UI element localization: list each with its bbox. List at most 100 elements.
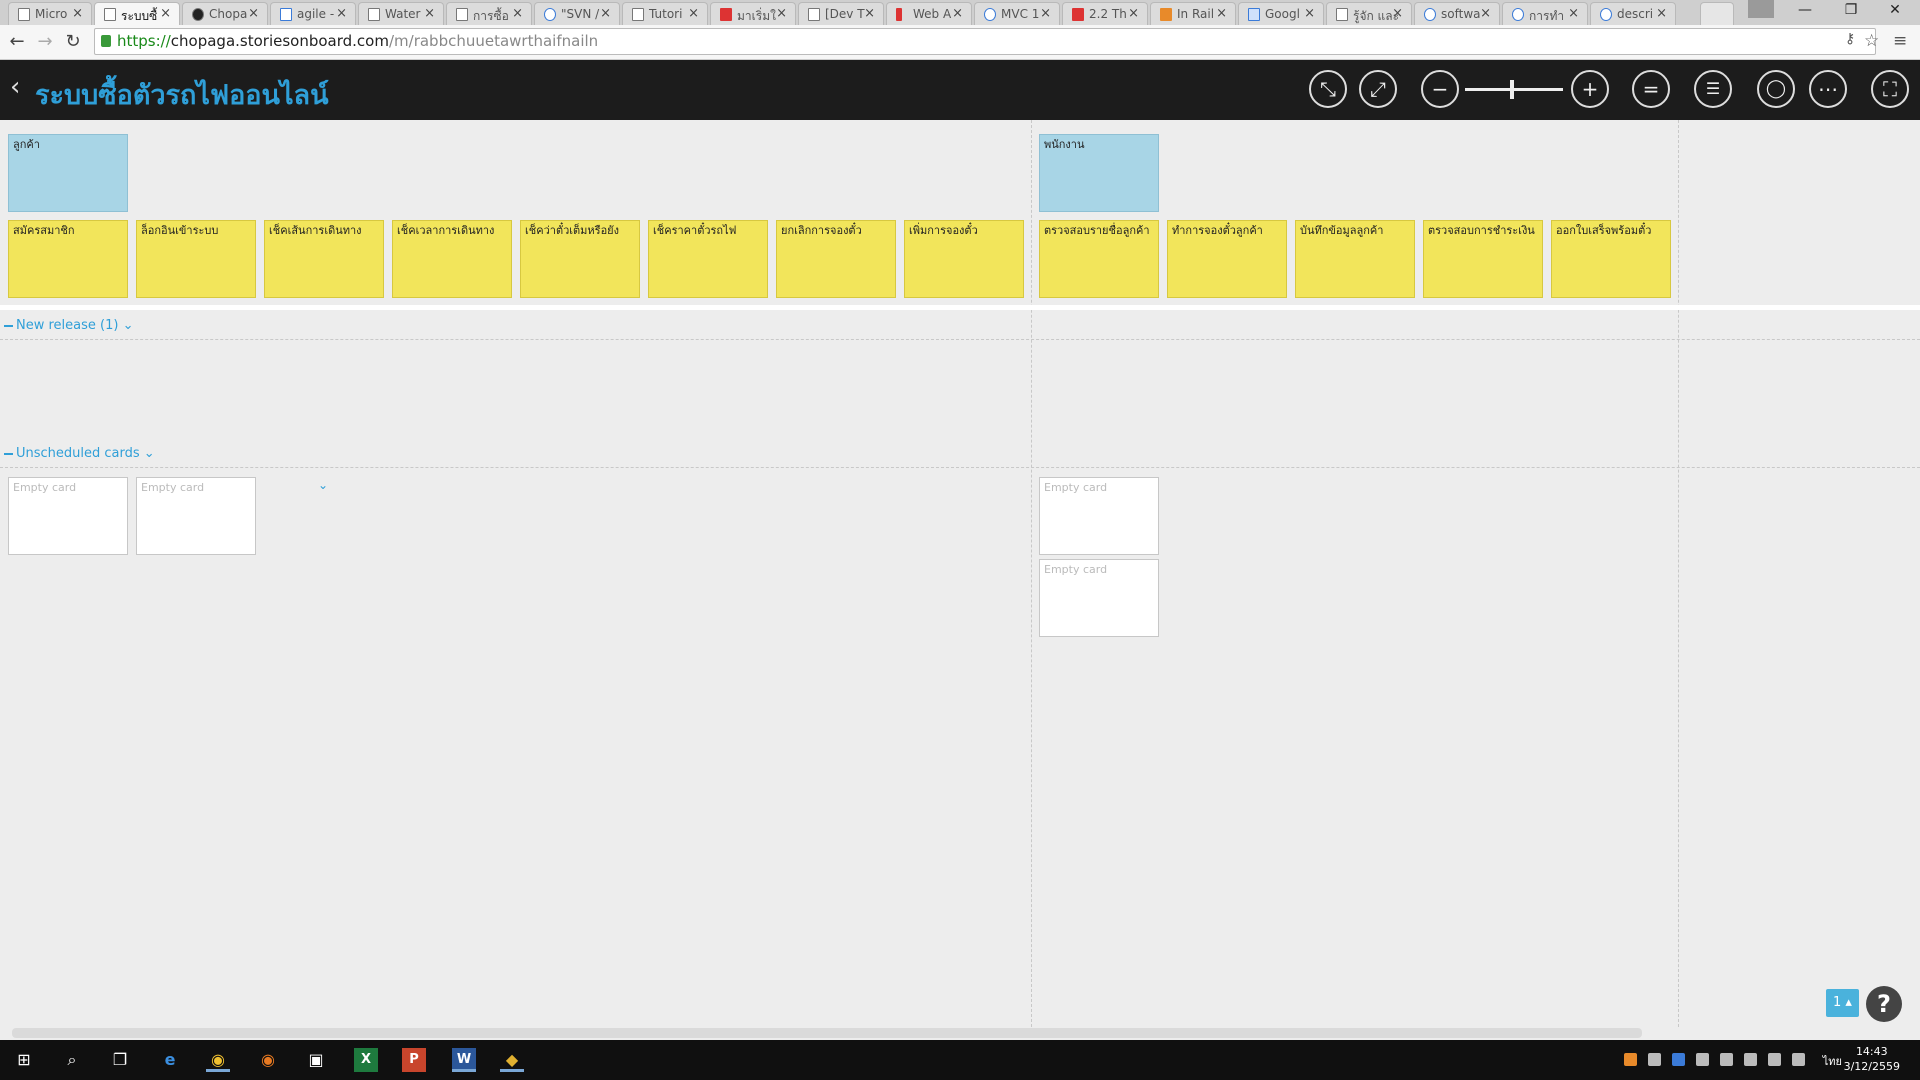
close-tab-icon[interactable]: × [864,6,875,21]
online-users-badge[interactable]: 1 ▴ [1826,989,1859,1017]
close-tab-icon[interactable]: × [1304,6,1315,21]
help-button[interactable]: ? [1866,986,1902,1022]
close-tab-icon[interactable]: × [1656,6,1667,21]
close-tab-icon[interactable]: × [1568,6,1579,21]
empty-card[interactable]: Empty card [8,477,128,555]
back-chevron-icon[interactable]: ‹ [10,72,20,102]
horizontal-scrollbar[interactable] [12,1028,1642,1038]
browser-tab-active[interactable]: ระบบซื้ × [94,2,180,25]
language-indicator[interactable]: ไทย [1823,1052,1842,1070]
browser-tab[interactable]: Web A × [886,2,972,25]
close-tab-icon[interactable]: × [512,6,523,21]
browser-tab[interactable]: มาเริ่มใ × [710,2,796,25]
persona-card[interactable]: ลูกค้า [8,134,128,212]
activity-card[interactable]: ออกใบเสร็จพร้อมตั๋ว [1551,220,1671,298]
close-tab-icon[interactable]: × [160,6,171,21]
close-tab-icon[interactable]: × [72,6,83,21]
unscheduled-header[interactable]: Unscheduled cards ⌄ [4,446,155,461]
activity-card[interactable]: เช็คราคาตั๋วรถไฟ [648,220,768,298]
chrome-icon[interactable]: ◉ [206,1048,230,1072]
tray-icon[interactable] [1696,1053,1709,1066]
persona-card[interactable]: พนักงาน [1039,134,1159,212]
browser-tab[interactable]: การซื้อ × [446,2,532,25]
chevron-down-icon[interactable]: ⌄ [144,446,155,461]
browser-tab[interactable]: รู้จัก และ × [1326,2,1412,25]
browser-tab[interactable]: 2.2 Th × [1062,2,1148,25]
close-tab-icon[interactable]: × [952,6,963,21]
activity-card[interactable]: ล็อกอินเข้าระบบ [136,220,256,298]
equals-icon[interactable]: = [1632,70,1670,108]
app-icon[interactable]: ◆ [500,1048,524,1072]
close-tab-icon[interactable]: × [1216,6,1227,21]
back-arrow-icon[interactable]: ← [6,31,28,52]
empty-card[interactable]: Empty card [1039,559,1159,637]
onedrive-icon[interactable] [1648,1053,1661,1066]
browser-tab[interactable]: Micro × [8,2,92,25]
chevron-down-icon[interactable]: ⌄ [123,318,134,333]
zoom-slider-knob[interactable] [1510,80,1514,99]
empty-card[interactable]: Empty card [1039,477,1159,555]
browser-tab[interactable]: [Dev T × [798,2,884,25]
clock[interactable]: 14:43 3/12/2559 [1844,1044,1900,1074]
close-tab-icon[interactable]: × [336,6,347,21]
browser-tab[interactable]: Googl × [1238,2,1324,25]
close-tab-icon[interactable]: × [688,6,699,21]
excel-icon[interactable]: X [354,1048,378,1072]
close-tab-icon[interactable]: × [1040,6,1051,21]
empty-card[interactable]: Empty card [136,477,256,555]
browser-tab[interactable]: agile - × [270,2,356,25]
close-tab-icon[interactable]: × [776,6,787,21]
url-input[interactable]: https://chopaga.storiesonboard.com/m/rab… [94,28,1876,55]
search-icon[interactable]: ⌕ [60,1048,84,1072]
close-tab-icon[interactable]: × [1480,6,1491,21]
activity-card[interactable]: ตรวจสอบการชำระเงิน [1423,220,1543,298]
activity-card[interactable]: บันทึกข้อมูลลูกค้า [1295,220,1415,298]
menu-icon[interactable]: ≡ [1893,31,1907,51]
minimize-icon[interactable]: — [1790,2,1820,18]
close-tab-icon[interactable]: × [424,6,435,21]
network-icon[interactable] [1744,1053,1757,1066]
close-tab-icon[interactable]: × [1392,6,1403,21]
activity-card[interactable]: เช็คเส้นการเดินทาง [264,220,384,298]
volume-icon[interactable] [1768,1053,1781,1066]
browser-tab[interactable]: MVC 1 × [974,2,1060,25]
tray-icon[interactable] [1672,1053,1685,1066]
new-tab-button[interactable] [1700,2,1734,25]
activity-card[interactable]: ทำการจองตั๋วลูกค้า [1167,220,1287,298]
browser-tab[interactable]: "SVN / × [534,2,620,25]
more-icon[interactable]: ⋯ [1809,70,1847,108]
profile-icon[interactable] [1748,0,1774,18]
edge-icon[interactable]: e [158,1048,182,1072]
browser-tab[interactable]: softwa × [1414,2,1500,25]
tray-icon[interactable] [1720,1053,1733,1066]
key-icon[interactable]: ⚷ [1845,31,1855,47]
task-view-icon[interactable]: ❐ [108,1048,132,1072]
close-tab-icon[interactable]: × [600,6,611,21]
browser-tab[interactable]: Tutori × [622,2,708,25]
release-header[interactable]: New release (1) ⌄ [4,318,134,333]
browser-tab[interactable]: In Rail × [1150,2,1236,25]
restore-icon[interactable]: ❐ [1836,2,1866,18]
browser-tab[interactable]: descri × [1590,2,1676,25]
activity-card[interactable]: สมัครสมาชิก [8,220,128,298]
activity-card[interactable]: เช็คเวลาการเดินทาง [392,220,512,298]
reload-icon[interactable]: ↻ [62,31,84,52]
activity-card[interactable]: ยกเลิกการจองตั๋ว [776,220,896,298]
expand-icon[interactable]: ⤢ [1359,70,1397,108]
close-tab-icon[interactable]: × [248,6,259,21]
close-tab-icon[interactable]: × [1128,6,1139,21]
activity-card[interactable]: ตรวจสอบรายชื่อลูกค้า [1039,220,1159,298]
collapse-icon[interactable]: ⤡ [1309,70,1347,108]
activity-card[interactable]: เช็คว่าตั๋วเต็มหรือยัง [520,220,640,298]
browser-tab[interactable]: Chopa × [182,2,268,25]
zoom-slider[interactable] [1465,80,1563,99]
powerpoint-icon[interactable]: P [402,1048,426,1072]
tray-icon[interactable] [1624,1053,1637,1066]
word-icon[interactable]: W [452,1048,476,1072]
user-icon[interactable]: ◯ [1757,70,1795,108]
windows-start-icon[interactable]: ⊞ [12,1048,36,1072]
forward-arrow-icon[interactable]: → [34,31,56,52]
bookmark-star-icon[interactable]: ☆ [1864,31,1879,51]
notifications-icon[interactable] [1792,1053,1805,1066]
fullscreen-icon[interactable]: ⛶ [1871,70,1909,108]
